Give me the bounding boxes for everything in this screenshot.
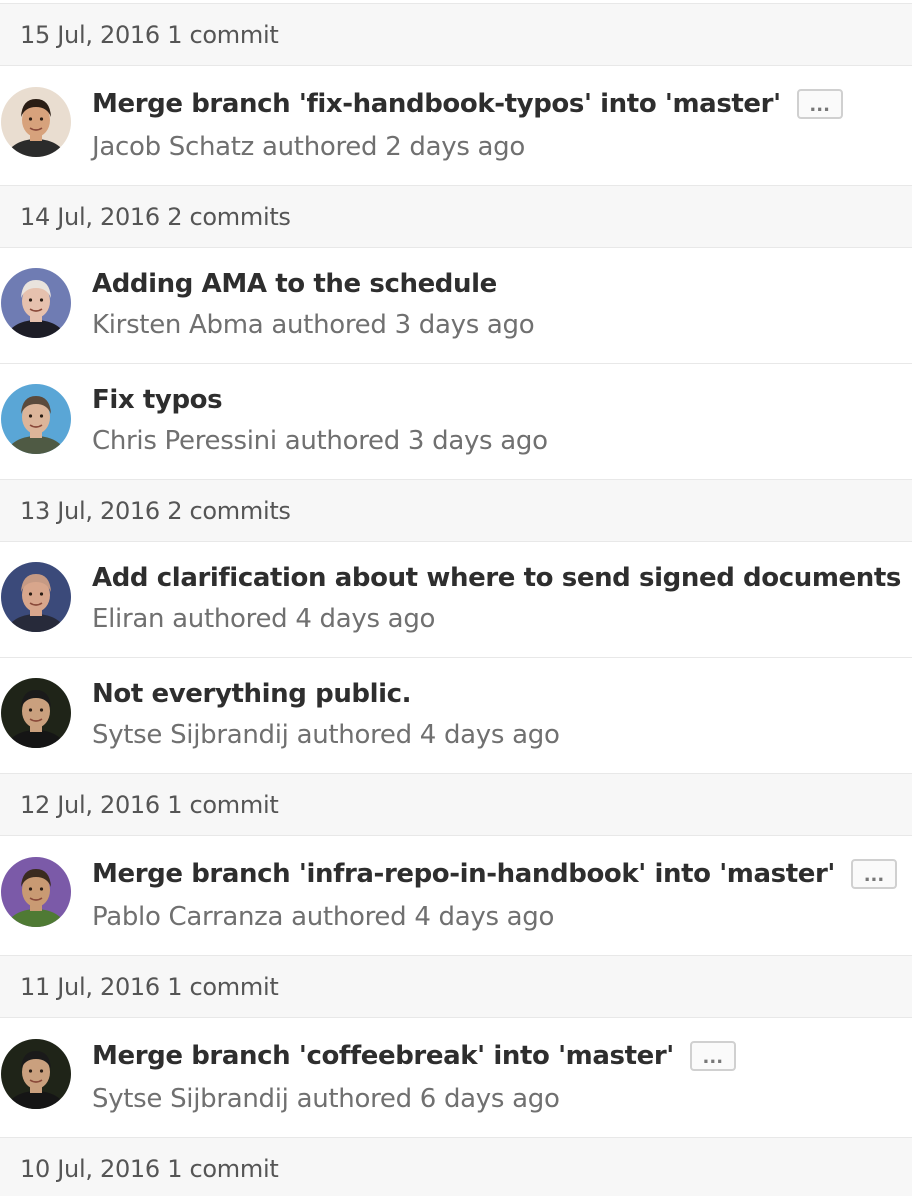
toggle-description-button[interactable]: ... [850,859,897,889]
avatar-portrait-icon [1,87,71,157]
day-header-label: 11 Jul, 2016 1 commit [20,972,279,1001]
toggle-description-button[interactable]: ... [796,89,843,119]
commit-list: 15 Jul, 2016 1 commit Merge branch 'fix-… [0,0,912,1196]
day-commit-count: 1 commit [167,20,279,49]
avatar-portrait-icon [1,384,71,454]
commit-row[interactable]: Adding AMA to the schedule Kirsten Abma … [0,248,912,364]
commit-time: 3 days ago [394,310,535,340]
commit-meta: Sytse Sijbrandij authored 6 days ago [92,1084,560,1114]
commit-title-link[interactable]: Not everything public. [92,679,412,709]
avatar-portrait-icon [1,562,71,632]
author-avatar[interactable] [1,87,71,157]
author-name-link[interactable]: Eliran [92,604,164,634]
avatar-portrait-icon [1,857,71,927]
authored-label: authored [271,310,387,340]
commit-title-link[interactable]: Fix typos [92,385,223,415]
commit-row[interactable]: Fix typos Chris Peressini authored 3 day… [0,364,912,480]
day-header-label: 12 Jul, 2016 1 commit [20,790,279,819]
authored-label: authored [262,132,378,162]
author-name-link[interactable]: Pablo Carranza [92,902,283,932]
commit-row[interactable]: Merge branch 'infra-repo-in-handbook' in… [0,836,912,956]
day-header: 10 Jul, 2016 1 commit [0,1137,912,1196]
commit-title-link[interactable]: Adding AMA to the schedule [92,269,497,299]
commit-time: 4 days ago [414,902,555,932]
commit-title-line: Merge branch 'infra-repo-in-handbook' in… [92,854,897,894]
commit-row[interactable]: Merge branch 'coffeebreak' into 'master'… [0,1018,912,1138]
authored-label: authored [291,902,407,932]
day-date: 10 Jul, 2016 [20,1154,160,1183]
commit-title-link[interactable]: Add clarification about where to send si… [92,563,901,593]
commit-time: 6 days ago [419,1084,560,1114]
day-header: 15 Jul, 2016 1 commit [0,3,912,66]
commit-title-link[interactable]: Merge branch 'coffeebreak' into 'master' [92,1041,674,1071]
commit-meta: Sytse Sijbrandij authored 4 days ago [92,720,560,750]
day-header: 12 Jul, 2016 1 commit [0,773,912,836]
authored-label: authored [296,720,413,750]
day-header: 13 Jul, 2016 2 commits [0,479,912,542]
author-name-link[interactable]: Chris Peressini [92,426,277,456]
day-commit-count: 2 commits [167,496,291,525]
authored-label: authored [296,1084,413,1114]
author-name-link[interactable]: Jacob Schatz [92,132,254,162]
day-header-label: 15 Jul, 2016 1 commit [20,20,279,49]
day-commit-count: 1 commit [167,972,279,1001]
avatar-portrait-icon [1,1039,71,1109]
commit-title-line: Merge branch 'coffeebreak' into 'master'… [92,1036,736,1076]
commit-meta: Kirsten Abma authored 3 days ago [92,310,535,340]
author-avatar[interactable] [1,268,71,338]
avatar-portrait-icon [1,268,71,338]
day-header: 14 Jul, 2016 2 commits [0,185,912,248]
commit-time: 4 days ago [295,604,436,634]
day-header: 11 Jul, 2016 1 commit [0,955,912,1018]
commit-title-line: Merge branch 'fix-handbook-typos' into '… [92,84,843,124]
author-name-link[interactable]: Sytse Sijbrandij [92,1084,289,1114]
day-header-label: 13 Jul, 2016 2 commits [20,497,291,525]
commit-title-line: Fix typos [92,380,223,420]
authored-label: authored [284,426,401,456]
commit-title-line: Add clarification about where to send si… [92,558,901,598]
author-avatar[interactable] [1,857,71,927]
day-date: 12 Jul, 2016 [20,790,160,819]
commit-title-line: Not everything public. [92,674,412,714]
day-header-label: 10 Jul, 2016 1 commit [20,1154,279,1183]
commit-title-line: Adding AMA to the schedule [92,264,497,304]
commit-meta: Chris Peressini authored 3 days ago [92,426,548,456]
day-date: 15 Jul, 2016 [20,20,160,49]
day-date: 11 Jul, 2016 [20,972,160,1001]
commit-row[interactable]: Merge branch 'fix-handbook-typos' into '… [0,66,912,186]
day-commit-count: 2 commits [167,202,291,231]
day-commit-count: 1 commit [167,1154,279,1183]
day-header-label: 14 Jul, 2016 2 commits [20,203,291,231]
toggle-description-button[interactable]: ... [689,1041,736,1071]
author-avatar[interactable] [1,562,71,632]
author-name-link[interactable]: Sytse Sijbrandij [92,720,289,750]
authored-label: authored [172,604,288,634]
day-date: 13 Jul, 2016 [20,496,160,525]
commit-meta: Jacob Schatz authored 2 days ago [92,132,525,162]
commit-meta: Pablo Carranza authored 4 days ago [92,902,554,932]
author-avatar[interactable] [1,1039,71,1109]
commit-time: 2 days ago [385,132,525,162]
avatar-portrait-icon [1,678,71,748]
author-avatar[interactable] [1,678,71,748]
day-commit-count: 1 commit [167,790,279,819]
commit-title-link[interactable]: Merge branch 'fix-handbook-typos' into '… [92,89,781,119]
commit-meta: Eliran authored 4 days ago [92,604,435,634]
commit-time: 3 days ago [407,426,548,456]
author-name-link[interactable]: Kirsten Abma [92,310,264,340]
author-avatar[interactable] [1,384,71,454]
commit-row[interactable]: Not everything public. Sytse Sijbrandij … [0,658,912,774]
commit-time: 4 days ago [419,720,560,750]
commit-title-link[interactable]: Merge branch 'infra-repo-in-handbook' in… [92,859,835,889]
commit-row[interactable]: Add clarification about where to send si… [0,542,912,658]
day-date: 14 Jul, 2016 [20,202,160,231]
